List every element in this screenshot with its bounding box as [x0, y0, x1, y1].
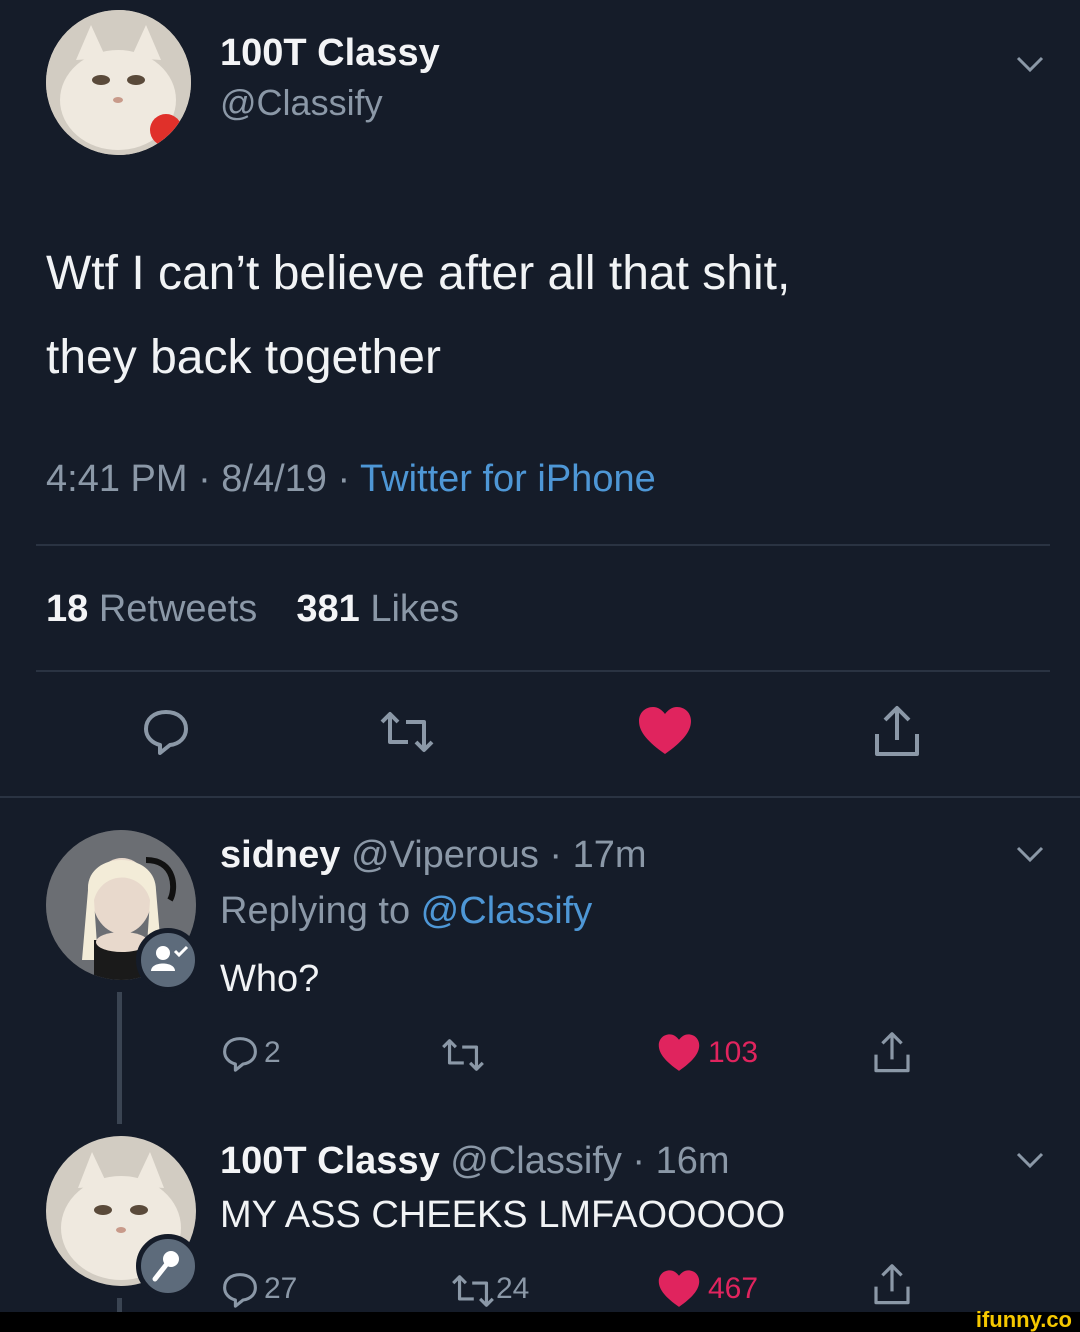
thread-line	[117, 1298, 122, 1312]
like-count: 467	[708, 1272, 759, 1305]
reply-icon[interactable]	[220, 1034, 260, 1074]
like-count: 103	[708, 1036, 759, 1069]
retweet-icon[interactable]	[440, 1036, 486, 1074]
share-icon[interactable]	[872, 1030, 912, 1076]
retweet-icon[interactable]	[378, 708, 436, 756]
reply-count: 2	[264, 1036, 281, 1069]
retweet-label[interactable]: Retweets	[99, 588, 257, 630]
display-name[interactable]: sidney	[220, 834, 340, 876]
reply-header: 100T Classy @Classify · 16m	[220, 1140, 730, 1183]
divider	[36, 670, 1050, 672]
replying-to-link[interactable]: @Classify	[421, 890, 593, 932]
tweet-text-line: they back together	[46, 331, 441, 384]
display-name[interactable]: 100T Classy	[220, 32, 440, 75]
avatar[interactable]	[46, 10, 191, 155]
chevron-down-icon[interactable]	[1010, 1140, 1050, 1180]
tweet-meta: 4:41 PM · 8/4/19 · Twitter for iPhone	[46, 458, 656, 501]
share-icon[interactable]	[872, 704, 922, 760]
heart-icon[interactable]	[656, 1268, 702, 1310]
heart-icon[interactable]	[656, 1032, 702, 1074]
chevron-down-icon[interactable]	[1010, 834, 1050, 874]
watermark: ifunny.co	[975, 1307, 1072, 1332]
replying-to: Replying to @Classify	[220, 890, 592, 933]
timestamp[interactable]: 4:41 PM · 8/4/19 ·	[46, 458, 360, 500]
chevron-down-icon[interactable]	[1010, 44, 1050, 84]
divider	[36, 544, 1050, 546]
add-contact-icon	[136, 928, 200, 992]
reply-header: sidney @Viperous · 17m	[220, 834, 647, 877]
like-label[interactable]: Likes	[370, 588, 459, 630]
share-icon[interactable]	[872, 1262, 912, 1308]
tweet-text: Wtf I can’t believe after all that shit,…	[46, 232, 790, 400]
like-count[interactable]: 381	[296, 588, 359, 630]
display-name[interactable]: 100T Classy	[220, 1140, 440, 1182]
reply-icon[interactable]	[220, 1270, 260, 1310]
retweet-icon[interactable]	[450, 1272, 496, 1310]
microphone-icon	[136, 1234, 200, 1298]
handle-time[interactable]: @Classify · 16m	[450, 1140, 729, 1182]
source-link[interactable]: Twitter for iPhone	[360, 458, 656, 500]
thread-line	[117, 992, 122, 1124]
reply-count: 27	[264, 1272, 298, 1305]
tweet-stats: 18 Retweets 381 Likes	[46, 588, 459, 631]
divider	[0, 796, 1080, 798]
reply-icon[interactable]	[140, 706, 192, 758]
handle[interactable]: @Classify	[220, 82, 383, 124]
replying-prefix: Replying to	[220, 890, 421, 932]
reply-text: Who?	[220, 958, 320, 1000]
reply-text: MY ASS CHEEKS LMFAOOOOO	[220, 1194, 786, 1236]
watermark-bar	[0, 1312, 1080, 1332]
retweet-count: 24	[496, 1272, 530, 1305]
retweet-count[interactable]: 18	[46, 588, 88, 630]
tweet-text-line: Wtf I can’t believe after all that shit,	[46, 247, 791, 300]
heart-icon[interactable]	[636, 704, 694, 758]
handle-time[interactable]: @Viperous · 17m	[351, 834, 647, 876]
